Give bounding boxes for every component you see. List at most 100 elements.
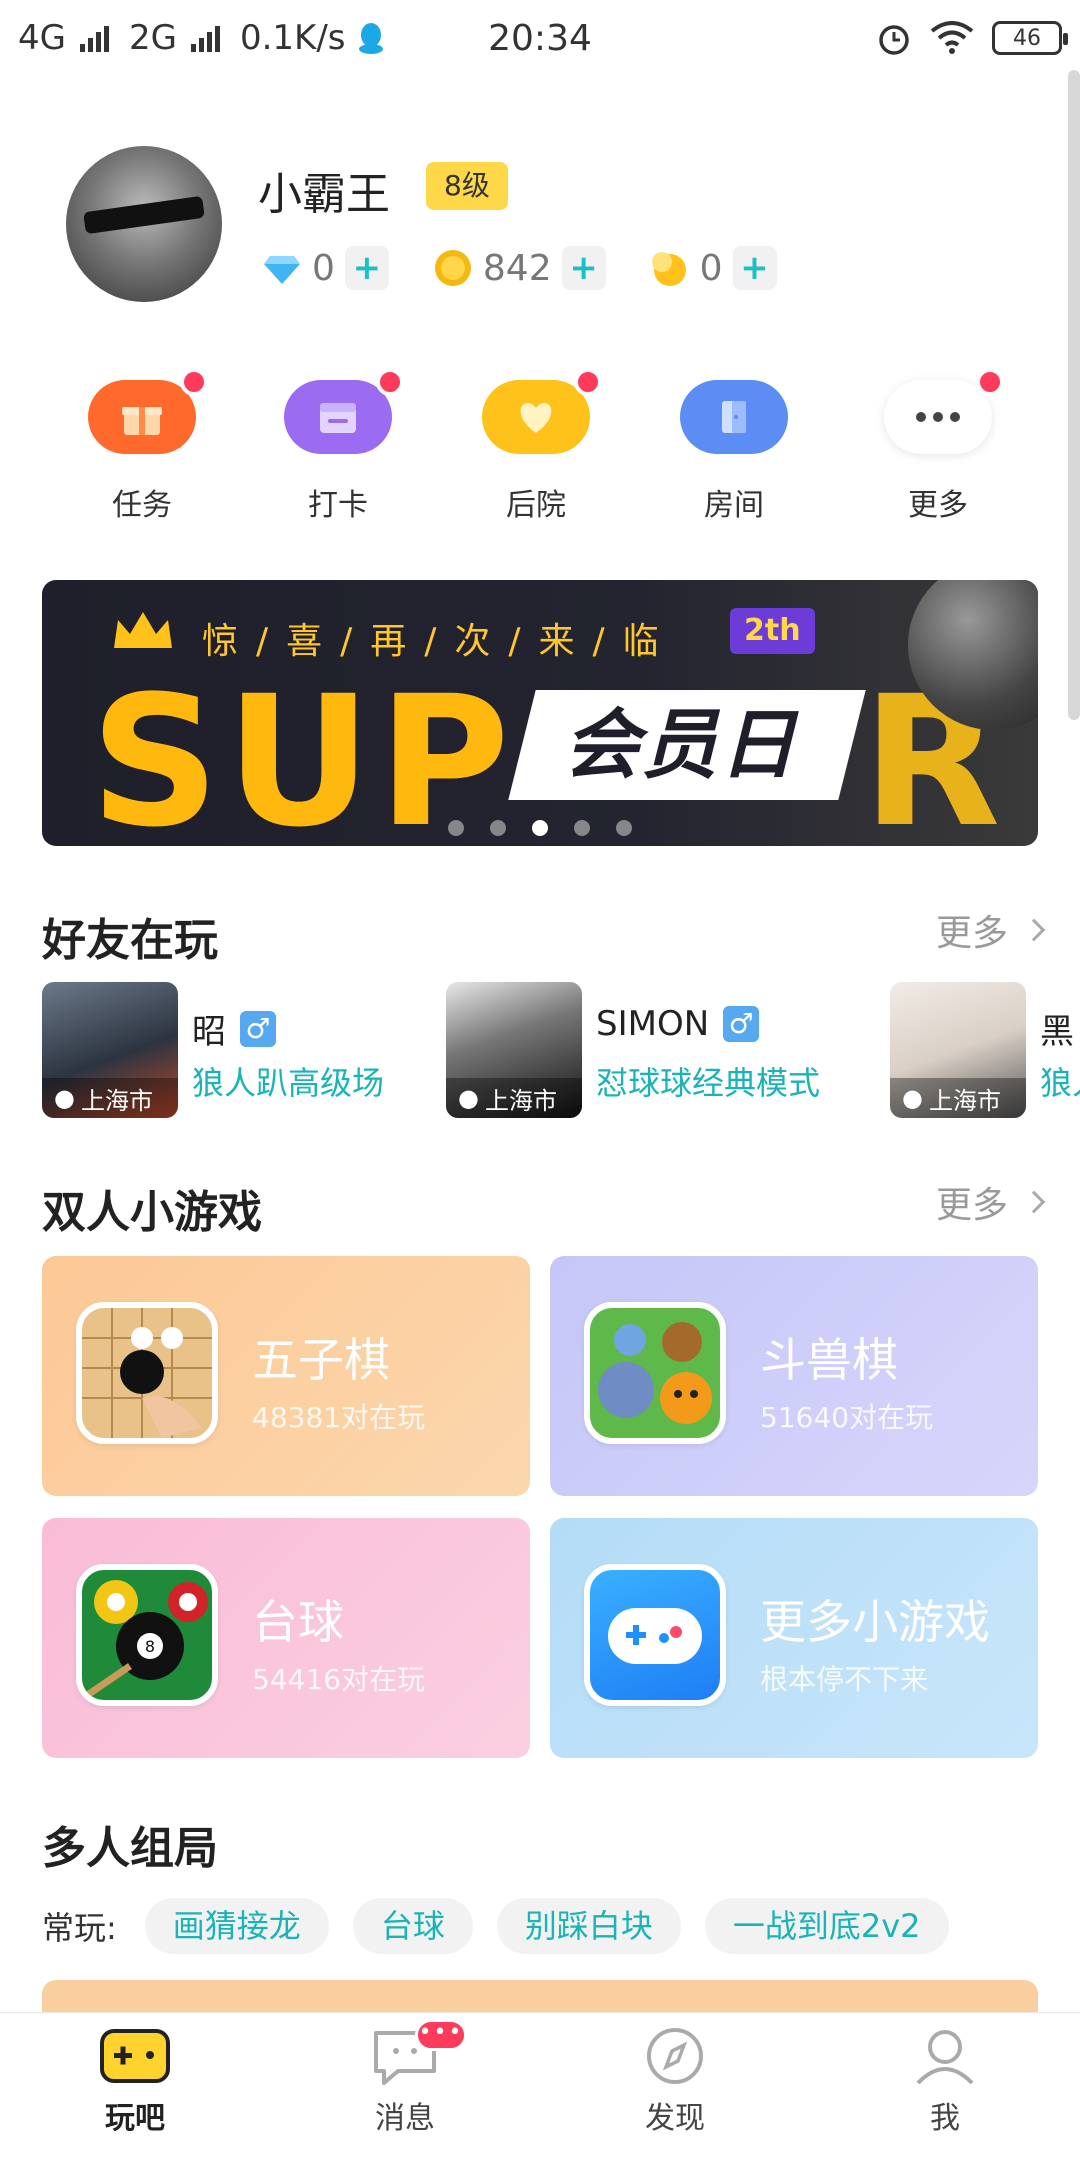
game-players: 48381对在玩 [252,1401,426,1434]
game-name: 台球 [252,1595,344,1649]
gamepad-icon [100,2029,170,2083]
gamepad-icon [584,1564,726,1706]
game-name: 斗兽棋 [760,1333,898,1387]
carousel-dot[interactable] [616,820,632,836]
friend-photo: ● 上海市 [446,982,582,1118]
banner-tagline: 惊/喜/再/次/来/临 [202,621,677,662]
frequent-label: 常玩: [42,1909,117,1947]
network-speed: 0.1K/s [239,18,346,58]
friend-card[interactable]: ● 上海市 昭 ♂ 狼人趴高级场 [42,982,432,1118]
add-diamond-button[interactable]: + [344,246,389,290]
door-icon [680,380,788,454]
signal-icon [79,24,109,52]
friend-photo: ● 上海市 [890,982,1026,1118]
moon-icon [651,252,686,286]
game-card-gomoku[interactable]: 五子棋 48381对在玩 [42,1256,530,1496]
game-card-billiards[interactable]: 8 台球 54416对在玩 [42,1518,530,1758]
male-icon: ♂ [240,1010,276,1047]
moon-balance: 0 + [650,246,777,290]
banner-super-text: SUP [90,658,516,846]
coin-icon [434,250,471,286]
wifi-icon [930,21,974,54]
game-name: 更多小游戏 [760,1595,990,1649]
heart-icon [482,368,602,454]
duo-games-more-link[interactable]: 更多 [936,1176,1046,1228]
chevron-right-icon [1022,918,1046,942]
qq-icon [358,23,383,54]
friend-card[interactable]: ● 上海市 SIMON ♂ 怼球球经典模式 [446,982,866,1118]
diamond-icon [264,256,300,284]
frequent-tags: 常玩: 画猜接龙 台球 别踩白块 一战到底2v2 [42,1898,949,1954]
bottom-tab-bar: 玩吧 ••• 消息 发现 我 [0,2012,1080,2160]
game-card-more-games[interactable]: 更多小游戏 根本停不下来 [550,1518,1038,1758]
alarm-icon [879,25,909,55]
tab-play[interactable]: 玩吧 [0,2013,270,2160]
friends-section-title: 好友在玩 [42,915,218,966]
shortcut-backyard[interactable]: 后院 [456,368,616,524]
carousel-dot-active[interactable] [532,820,548,836]
carousel-indicator [42,820,1038,836]
more-dots-icon [884,368,1004,454]
avatar[interactable] [66,146,222,302]
tag-dont-tap-white[interactable]: 别踩白块 [496,1898,681,1954]
friend-game: 狼人趴高级场 [192,1064,385,1102]
tag-fight-2v2[interactable]: 一战到底2v2 [704,1898,949,1954]
game-players: 根本停不下来 [760,1663,929,1696]
username: 小霸王 [258,169,390,220]
location-pin-icon: ● [458,1084,479,1112]
carousel-dot[interactable] [490,820,506,836]
carousel-dot[interactable] [448,820,464,836]
friend-name: 黑 [1040,1012,1074,1052]
shortcut-task[interactable]: 任务 [62,368,222,524]
friends-list: ● 上海市 昭 ♂ 狼人趴高级场 ● 上海市 SIMON ♂ 怼球球经典模式 ● 上海市 … [42,982,1080,1118]
friend-name: SIMON [596,1004,710,1044]
game-card-animal-chess[interactable]: 斗兽棋 51640对在玩 [550,1256,1038,1496]
signal-icon-2 [190,24,220,52]
friend-game: 怼球球经典模式 [596,1064,821,1102]
wallet: 0 + 842 + 0 + [262,246,777,290]
tag-draw-guess[interactable]: 画猜接龙 [144,1898,329,1954]
friend-name: 昭 [192,1012,226,1052]
chevron-right-icon [1022,1190,1046,1214]
shortcut-checkin[interactable]: 打卡 [258,368,418,524]
carousel-dot[interactable] [574,820,590,836]
friends-more-link[interactable]: 更多 [936,904,1046,956]
location-pin-icon: ● [54,1084,75,1112]
friend-photo: ● 上海市 [42,982,178,1118]
unread-badge: ••• [415,2019,467,2051]
scrollbar[interactable] [1068,70,1080,720]
multi-section-title: 多人组局 [42,1823,218,1874]
coin-balance: 842 + [433,246,606,290]
tab-me[interactable]: 我 [810,2013,1080,2160]
status-bar: 4G 2G 0.1K/s 20:34 46 [0,0,1080,76]
banner-slogan: 会员日 [508,690,866,800]
banner-anniversary-badge: 2th [730,608,815,654]
calendar-icon [284,368,404,454]
compass-icon [647,2028,703,2084]
add-moon-button[interactable]: + [732,246,777,290]
tab-discover[interactable]: 发现 [540,2013,810,2160]
gomoku-icon [76,1302,218,1444]
game-players: 54416对在玩 [252,1663,426,1696]
diamond-balance: 0 + [262,246,389,290]
location-pin-icon: ● [902,1084,923,1112]
battery-icon: 46 [992,21,1068,55]
game-name: 五子棋 [252,1333,390,1387]
add-coin-button[interactable]: + [561,246,606,290]
friend-card[interactable]: ●上海市 黑 狼人 [890,982,1080,1118]
level-badge: 8级 [426,162,508,210]
game-players: 51640对在玩 [760,1401,934,1434]
male-icon: ♂ [723,1006,760,1042]
billiards-icon: 8 [76,1564,218,1706]
promo-banner[interactable]: 惊/喜/再/次/来/临 2th SUP R 会员日 [42,580,1038,846]
shortcut-more[interactable]: 更多 [858,368,1018,524]
network-type: 4G [18,18,66,58]
tag-billiards[interactable]: 台球 [352,1898,473,1954]
duo-games-section-title: 双人小游戏 [42,1187,262,1238]
network-type-2: 2G [128,18,177,58]
friend-game: 狼人 [1040,1064,1080,1102]
crown-icon [114,612,172,648]
shortcut-room[interactable]: 房间 [654,370,814,524]
animal-chess-icon [584,1302,726,1444]
tab-messages[interactable]: ••• 消息 [270,2013,540,2160]
